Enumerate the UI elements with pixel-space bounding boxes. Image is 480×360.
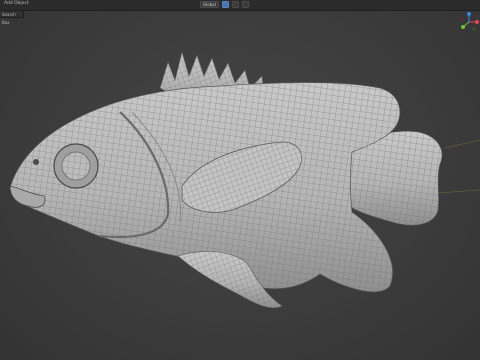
y-axis-handle-icon [461, 25, 465, 29]
navigation-gizmo[interactable] [458, 10, 480, 34]
transform-orientation-dropdown[interactable]: Global [200, 1, 219, 8]
x-axis-handle-icon [475, 20, 479, 24]
header-tools: Global [200, 1, 249, 8]
neg-x-axis-handle-icon [460, 17, 464, 21]
menu-object[interactable]: Object [14, 1, 29, 6]
overlay-toggle-button[interactable] [241, 1, 249, 8]
fish-mesh-model[interactable] [0, 0, 480, 360]
3d-viewport[interactable] [0, 0, 480, 360]
z-axis-handle-icon [467, 12, 471, 16]
search-box[interactable]: Search Box [0, 10, 24, 25]
neg-y-axis-handle-icon [472, 27, 476, 31]
menu-add[interactable]: Add [4, 1, 13, 6]
viewport-header: Add Object Global [0, 0, 480, 11]
fish-eye [53, 143, 99, 189]
snap-toggle-button[interactable] [221, 1, 229, 8]
proportional-edit-button[interactable] [231, 1, 239, 8]
